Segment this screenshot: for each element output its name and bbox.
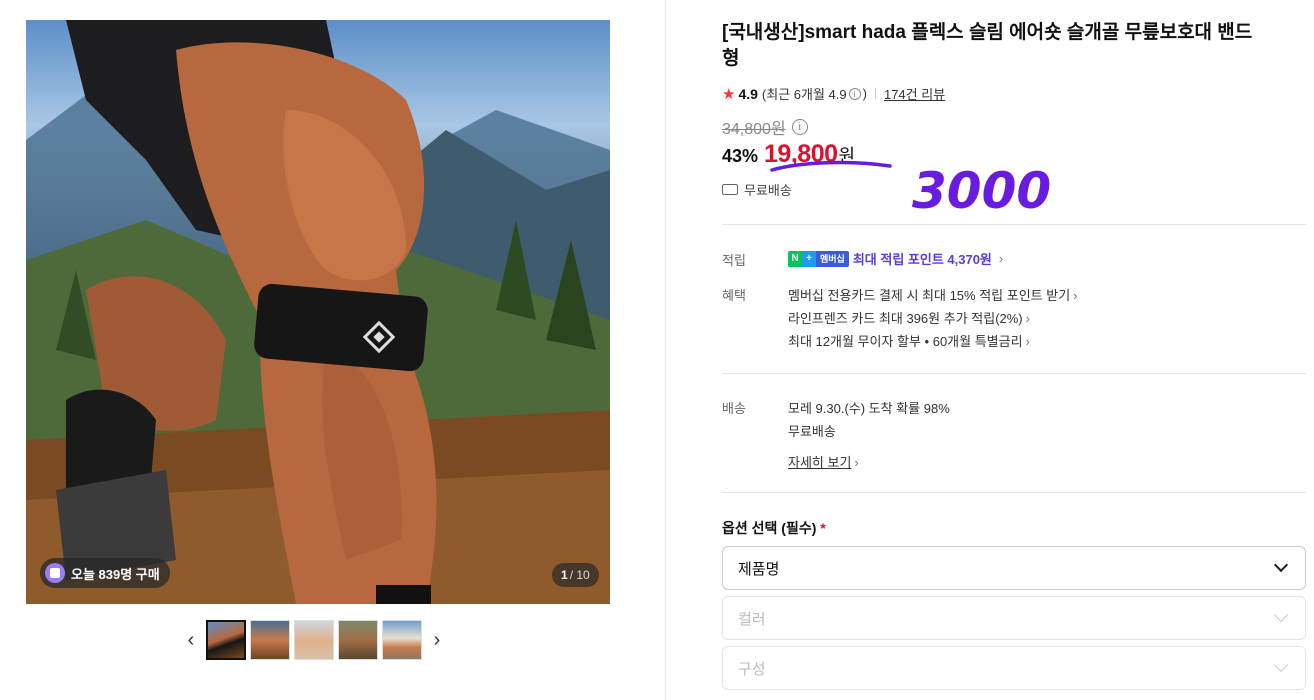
discount-rate: 43%: [722, 146, 759, 166]
chevron-right-icon: ›: [854, 455, 859, 470]
benefit-item-text: 멤버십 전용카드 결제 시 최대 15% 적립 포인트 받기: [788, 288, 1071, 303]
delivery-fee: 무료배송: [788, 424, 836, 439]
max-points-text: 최대 적립 포인트 4,370원: [852, 252, 992, 267]
free-shipping-badge: 무료배송: [722, 180, 792, 199]
thumbnail[interactable]: [382, 620, 422, 660]
delivery-detail[interactable]: 자세히 보기 ›: [788, 452, 859, 471]
truck-icon: [722, 184, 738, 195]
benefit-item-text: 최대 12개월 무이자 할부 • 60개월 특별금리: [788, 334, 1023, 349]
today-purchase-badge: 오늘 839명 구매: [40, 558, 170, 588]
delivery-label: 배송: [722, 401, 746, 416]
benefit-label: 혜택: [722, 288, 746, 303]
separator: [874, 88, 876, 99]
thumbnail[interactable]: [206, 620, 246, 660]
delivery-detail-link[interactable]: 자세히 보기: [788, 455, 851, 470]
option-select-label: 옵션 선택 (필수) *: [722, 518, 826, 538]
chevron-right-icon: ›: [1073, 288, 1078, 303]
naver-membership-badge: N + 멤버십: [788, 250, 849, 267]
chevron-down-icon: [1273, 657, 1289, 673]
option-select-product[interactable]: 제품명: [722, 546, 1306, 590]
image-counter: 1 / 10: [552, 563, 599, 587]
info-icon[interactable]: i: [791, 119, 808, 135]
price-unit: 원: [838, 146, 856, 166]
info-icon[interactable]: i: [848, 87, 861, 100]
handwritten-note: 3000: [912, 162, 1050, 220]
chevron-right-icon: ›: [1025, 311, 1030, 326]
divider: [722, 224, 1306, 225]
chevron-down-icon: [1273, 607, 1289, 623]
option-select-value: 구성: [738, 660, 766, 678]
benefit-item[interactable]: 최대 12개월 무이자 할부 • 60개월 특별금리 ›: [788, 331, 1030, 350]
required-mark: *: [820, 520, 826, 536]
thumbnail[interactable]: [338, 620, 378, 660]
option-select-value: 컬러: [738, 610, 766, 628]
rating-recent: (최근 6개월 4.9: [761, 87, 847, 102]
rating-row: ★ 4.9 (최근 6개월 4.9 i ) 174건 리뷰: [722, 84, 945, 103]
chevron-right-icon: ›: [1025, 334, 1030, 349]
free-shipping-text: 무료배송: [744, 183, 792, 198]
option-select-config[interactable]: 구성: [722, 646, 1306, 690]
points-row[interactable]: N + 멤버십 최대 적립 포인트 4,370원 ›: [788, 249, 1003, 268]
column-divider: [665, 0, 666, 700]
thumbnail-strip: ‹ ›: [180, 620, 448, 660]
benefit-item[interactable]: 멤버십 전용카드 결제 시 최대 15% 적립 포인트 받기 ›: [788, 285, 1078, 304]
review-count-link[interactable]: 174건 리뷰: [884, 84, 945, 103]
runner-knee-photo: [26, 20, 610, 604]
product-title: [국내생산]smart hada 플렉스 슬림 에어숏 슬개골 무릎보호대 밴드…: [722, 22, 1253, 69]
star-icon: ★: [722, 85, 736, 103]
image-counter-current: 1: [561, 568, 568, 582]
chevron-right-icon[interactable]: ›: [426, 620, 448, 660]
divider: [722, 492, 1306, 493]
sale-price: 19,800: [764, 140, 838, 168]
original-price-row: 34,800원 i: [722, 115, 808, 139]
thumbnail[interactable]: [294, 620, 334, 660]
chevron-right-icon: ›: [998, 251, 1004, 266]
original-price: 34,800원: [722, 121, 786, 138]
sale-price-row: 43% 19,800 원: [722, 140, 855, 169]
rating-recent-close: ): [862, 86, 867, 101]
membership-badge-text: 멤버십: [816, 250, 849, 267]
delivery-eta: 모레 9.30.(수) 도착 확률 98%: [788, 401, 950, 416]
option-select-color[interactable]: 컬러: [722, 596, 1306, 640]
divider: [722, 373, 1306, 374]
shopping-bag-icon: [45, 563, 65, 583]
chevron-left-icon[interactable]: ‹: [180, 620, 202, 660]
thumbnail[interactable]: [250, 620, 290, 660]
option-select-value: 제품명: [738, 560, 780, 578]
rating-score: 4.9: [738, 85, 758, 102]
option-label-text: 옵션 선택 (필수): [722, 520, 817, 536]
benefit-item[interactable]: 라인프렌즈 카드 최대 396원 추가 적립(2%) ›: [788, 308, 1030, 327]
chevron-down-icon: [1273, 557, 1289, 573]
product-main-image[interactable]: 오늘 839명 구매 1 / 10: [26, 20, 610, 604]
points-label: 적립: [722, 253, 746, 268]
benefit-item-text: 라인프렌즈 카드 최대 396원 추가 적립(2%): [788, 311, 1023, 326]
purchase-count-text: 오늘 839명 구매: [71, 566, 160, 582]
image-counter-total: / 10: [569, 568, 590, 582]
